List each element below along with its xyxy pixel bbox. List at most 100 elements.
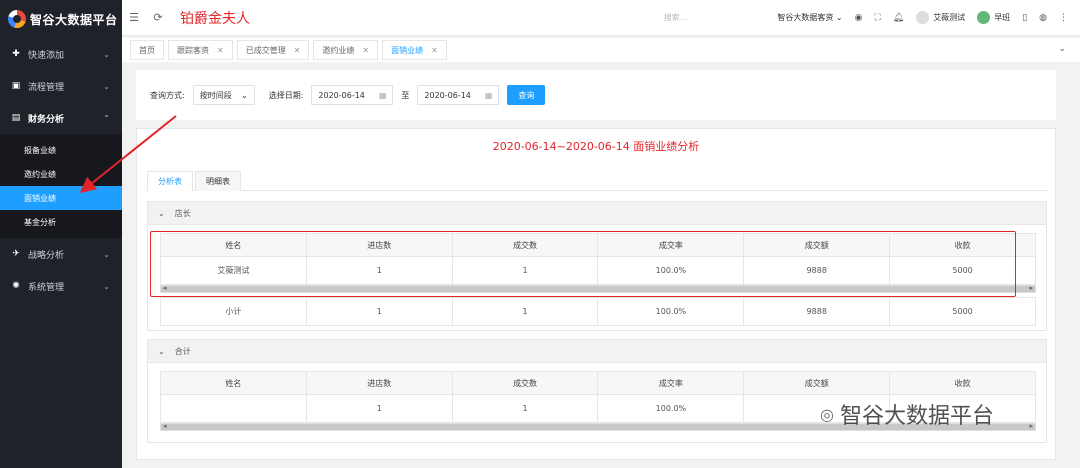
table-cell: 1	[451, 256, 599, 285]
table-cell: 1	[451, 297, 599, 326]
tab-sales-performance[interactable]: 面销业绩 ✕	[382, 40, 447, 60]
column-header: 成交数	[451, 233, 599, 257]
table-cell: 9888	[743, 297, 891, 326]
table-cell: 1	[305, 256, 453, 285]
search-button[interactable]: 查询	[507, 85, 546, 105]
chevron-down-icon: ⌄	[103, 249, 110, 259]
report-tabs: 分析表 明细表	[147, 171, 1047, 191]
end-date-input[interactable]: 2020-06-14 ▦	[417, 85, 500, 105]
more-icon[interactable]: ⋮	[1059, 13, 1068, 23]
chevron-down-icon: ⌄	[241, 90, 248, 100]
tab-label: 邀约业绩	[322, 45, 355, 55]
briefcase-icon: ▣	[11, 81, 21, 91]
tab-invite-performance[interactable]: 邀约业绩 ✕	[313, 40, 379, 60]
sidebar-item-label: 系统管理	[28, 282, 65, 293]
sidebar-subitem-report[interactable]: 报备业绩	[0, 138, 122, 162]
table-cell: 9888	[743, 256, 891, 285]
report-title: 2020-06-14~2020-06-14 面销业绩分析	[492, 140, 700, 153]
chart-icon: ▤	[11, 113, 21, 123]
chevron-down-icon: ⌄	[158, 346, 165, 356]
scroll-right-icon[interactable]: ▸	[1029, 284, 1033, 292]
calendar-icon: ▦	[484, 90, 493, 100]
search-input[interactable]: 搜索...	[664, 12, 688, 23]
fullscreen-icon[interactable]: ⛶	[874, 13, 880, 23]
mobile-icon[interactable]: ▯	[1022, 13, 1027, 23]
top-header: ☰ ⟳ 铂爵金夫人 搜索... 智谷大数据客资 ⌄ ◉ ⛶ 🔔︎ 艾薇测试 早班…	[122, 0, 1080, 36]
table-row: 艾薇测试 1 1 100.0% 9888 5000	[160, 256, 1036, 285]
group-header-manager[interactable]: ⌄ 店长	[147, 201, 1047, 225]
column-header: 姓名	[160, 371, 307, 395]
tab-detail[interactable]: 明细表	[195, 171, 241, 191]
sidebar-subitem-invite[interactable]: 邀约业绩	[0, 162, 122, 186]
table-cell: 100.0%	[597, 297, 745, 326]
query-mode-select[interactable]: 按时间段 ⌄	[192, 85, 255, 105]
refresh-icon[interactable]: ⟳	[146, 11, 170, 24]
sidebar-item-quick-add[interactable]: ✚ 快速添加 ⌄	[0, 38, 122, 70]
sidebar-item-finance[interactable]: ▤ 财务分析 ⌃	[0, 102, 122, 134]
sidebar-item-system[interactable]: ✺ 系统管理 ⌄	[0, 270, 122, 302]
tab-label: 面销业绩	[391, 45, 424, 55]
sidebar-subitem-sales[interactable]: 面销业绩	[0, 186, 122, 210]
sidebar-item-process[interactable]: ▣ 流程管理 ⌄	[0, 70, 122, 102]
watermark-text: 智谷大数据平台	[839, 404, 994, 429]
column-header: 姓名	[160, 233, 307, 257]
app-title: 智谷大数据平台	[30, 12, 118, 27]
table-cell: 小计	[160, 297, 307, 326]
table-cell: 1	[451, 394, 599, 423]
org-select-label: 智谷大数据客资	[777, 13, 834, 22]
chevron-down-icon[interactable]: ⌄	[1058, 44, 1066, 54]
scroll-left-icon[interactable]: ◂	[163, 284, 167, 292]
user-menu[interactable]: 艾薇测试	[916, 11, 965, 24]
shift-status[interactable]: 早班	[977, 11, 1010, 24]
wechat-icon: ◎	[820, 404, 834, 424]
column-header: 收款	[889, 233, 1036, 257]
header-actions: 智谷大数据客资 ⌄ ◉ ⛶ 🔔︎ 艾薇测试 早班 ▯ ◍ ⋮	[777, 11, 1080, 24]
column-header: 收款	[889, 371, 1036, 395]
data-table: 姓名 进店数 成交数 成交率 成交额 收款 艾薇测试 1 1 100.0% 98…	[160, 233, 1036, 285]
logo-icon	[8, 10, 26, 28]
target-icon[interactable]: ◉	[855, 13, 863, 23]
scroll-left-icon[interactable]: ◂	[163, 422, 167, 430]
tab-analysis[interactable]: 分析表	[147, 171, 193, 191]
tab-closed-deals[interactable]: 已成交管理 ✕	[236, 40, 310, 60]
column-header: 成交额	[743, 371, 891, 395]
close-icon[interactable]: ✕	[431, 46, 438, 55]
finance-submenu: 报备业绩 邀约业绩 面销业绩 基金分析	[0, 134, 122, 238]
table-cell: 100.0%	[597, 256, 745, 285]
tab-track-clients[interactable]: 跟踪客资 ✕	[168, 40, 233, 60]
table-cell: 1	[305, 297, 453, 326]
column-header: 成交率	[597, 233, 745, 257]
plane-icon: ✈	[12, 249, 20, 259]
page-title: 铂爵金夫人	[180, 10, 250, 27]
group-header-total[interactable]: ⌄ 合计	[147, 339, 1047, 363]
column-header: 成交额	[743, 233, 891, 257]
column-header: 进店数	[305, 233, 453, 257]
globe-icon[interactable]: ◍	[1039, 13, 1047, 23]
bell-icon[interactable]: 🔔︎	[893, 13, 904, 23]
tab-label: 首页	[139, 45, 155, 55]
sidebar: 智谷大数据平台 ✚ 快速添加 ⌄ ▣ 流程管理 ⌄ ▤ 财务分析 ⌃ 报备业绩 …	[0, 0, 122, 468]
group-name: 合计	[174, 346, 191, 356]
sidebar-item-label: 战略分析	[28, 250, 65, 261]
chevron-down-icon: ⌄	[103, 49, 110, 59]
avatar	[916, 11, 930, 24]
calendar-icon: ▦	[378, 90, 387, 100]
logo[interactable]: 智谷大数据平台	[0, 0, 122, 38]
close-icon[interactable]: ✕	[294, 46, 301, 55]
close-icon[interactable]: ✕	[362, 46, 369, 55]
user-name: 艾薇测试	[933, 13, 966, 22]
table-cell: 5000	[889, 297, 1036, 326]
menu-toggle-icon[interactable]: ☰	[122, 11, 146, 24]
subtotal-row: 小计 1 1 100.0% 9888 5000	[160, 297, 1036, 326]
sidebar-subitem-fund[interactable]: 基金分析	[0, 210, 122, 234]
org-select[interactable]: 智谷大数据客资 ⌄	[777, 12, 842, 23]
sidebar-item-strategy[interactable]: ✈ 战略分析 ⌄	[0, 238, 122, 270]
scroll-right-icon[interactable]: ▸	[1029, 422, 1033, 430]
close-icon[interactable]: ✕	[217, 46, 224, 55]
horizontal-scrollbar[interactable]: ◂ ▸	[160, 284, 1036, 293]
start-date-input[interactable]: 2020-06-14 ▦	[311, 85, 394, 105]
end-date-value: 2020-06-14	[424, 90, 471, 100]
tab-home[interactable]: 首页	[130, 40, 164, 60]
sidebar-item-label: 流程管理	[28, 82, 65, 93]
plus-circle-icon: ✚	[12, 49, 20, 59]
